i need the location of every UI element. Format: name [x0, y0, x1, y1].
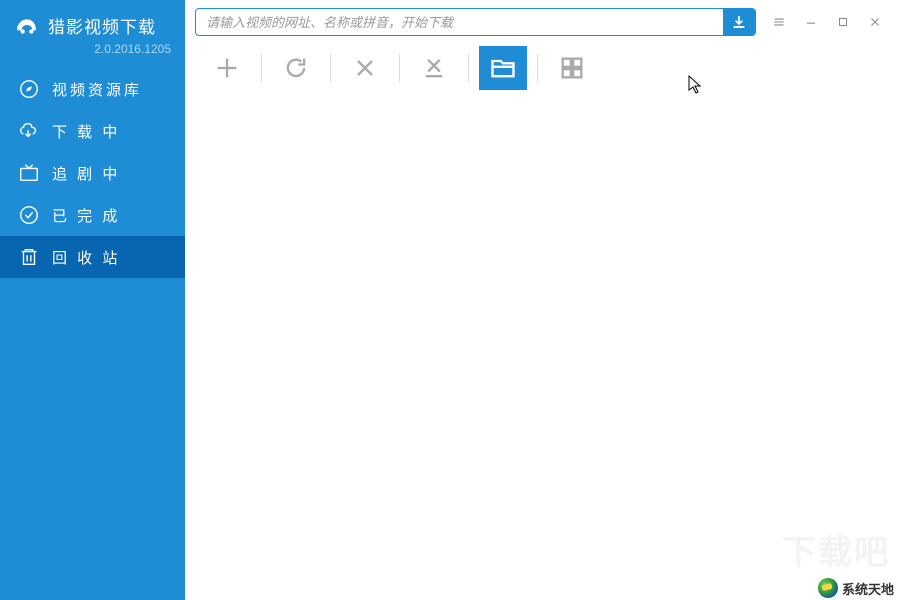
grid-view-button[interactable] [548, 46, 596, 90]
window-controls [764, 8, 890, 36]
download-icon [731, 14, 747, 30]
trash-icon [18, 246, 40, 268]
sidebar-item-video-library[interactable]: 视频资源库 [0, 68, 185, 110]
sidebar-item-label: 追 剧 中 [52, 163, 120, 184]
close-button[interactable] [860, 8, 890, 36]
toolbar-divider [468, 54, 469, 82]
delete-button[interactable] [341, 46, 389, 90]
search-download-button[interactable] [723, 9, 755, 35]
sidebar-nav: 视频资源库 下 载 中 追 剧 中 已 完 成 [0, 68, 185, 278]
cloud-download-icon [18, 120, 40, 142]
app-title: 猎影视频下载 [48, 13, 156, 38]
maximize-button[interactable] [828, 8, 858, 36]
background-watermark: 下载吧 [782, 525, 890, 574]
plus-icon [213, 54, 241, 82]
sidebar: 猎影视频下载 2.0.2016.1205 视频资源库 下 载 中 追 剧 中 [0, 0, 185, 600]
x-icon [351, 54, 379, 82]
sidebar-item-label: 下 载 中 [52, 121, 120, 142]
app-brand: 猎影视频下载 [0, 0, 185, 40]
sidebar-item-downloading[interactable]: 下 载 中 [0, 110, 185, 152]
minimize-icon [804, 15, 818, 29]
menu-button[interactable] [764, 8, 794, 36]
app-version: 2.0.2016.1205 [0, 40, 185, 68]
main-panel: 下载吧 系统天地 [185, 0, 900, 600]
toolbar-divider [537, 54, 538, 82]
sidebar-item-following[interactable]: 追 剧 中 [0, 152, 185, 194]
sidebar-item-recycle-bin[interactable]: 回 收 站 [0, 236, 185, 278]
globe-icon [818, 578, 838, 598]
toolbar-divider [330, 54, 331, 82]
sidebar-item-label: 回 收 站 [52, 247, 120, 268]
toolbar [185, 42, 900, 100]
sidebar-item-label: 已 完 成 [52, 205, 120, 226]
check-circle-icon [18, 204, 40, 226]
app-logo-icon [14, 12, 40, 38]
toolbar-divider [399, 54, 400, 82]
compass-icon [18, 78, 40, 100]
sidebar-item-completed[interactable]: 已 完 成 [0, 194, 185, 236]
watermark-label: 系统天地 [842, 579, 894, 598]
add-button[interactable] [203, 46, 251, 90]
tv-icon [18, 162, 40, 184]
toolbar-divider [261, 54, 262, 82]
open-folder-button[interactable] [479, 46, 527, 90]
refresh-icon [282, 54, 310, 82]
search-box [195, 8, 756, 36]
refresh-button[interactable] [272, 46, 320, 90]
maximize-icon [836, 15, 850, 29]
site-watermark: 系统天地 [818, 578, 894, 598]
minimize-button[interactable] [796, 8, 826, 36]
folder-icon [489, 54, 517, 82]
top-bar [185, 0, 900, 42]
content-area: 下载吧 系统天地 [185, 100, 900, 600]
hamburger-icon [772, 15, 786, 29]
grid-icon [558, 54, 586, 82]
clear-all-button[interactable] [410, 46, 458, 90]
search-input[interactable] [196, 15, 723, 30]
close-icon [868, 15, 882, 29]
sidebar-item-label: 视频资源库 [52, 79, 142, 100]
x-underline-icon [420, 54, 448, 82]
